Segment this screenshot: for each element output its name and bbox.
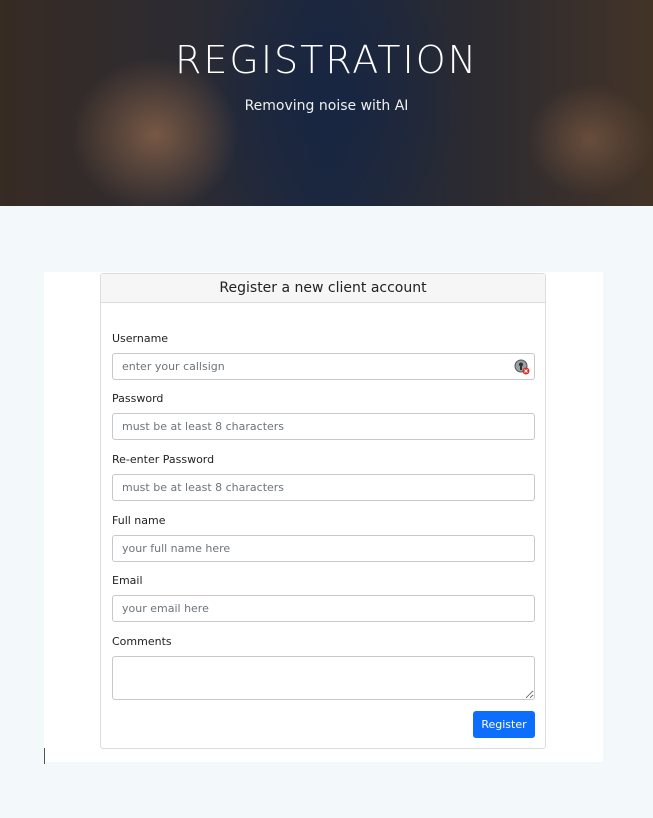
full-name-input[interactable]: [112, 535, 535, 562]
full-name-label: Full name: [112, 514, 166, 527]
page-title: REGISTRATION: [174, 38, 479, 82]
registration-card: Register a new client account Username P…: [100, 273, 546, 749]
card-header: Register a new client account: [101, 274, 545, 303]
hero-banner: REGISTRATION Removing noise with AI: [0, 0, 653, 206]
password-input[interactable]: [112, 413, 535, 440]
username-label: Username: [112, 332, 169, 345]
text-caret: [44, 748, 45, 764]
comments-label: Comments: [112, 635, 172, 648]
comments-textarea[interactable]: [112, 656, 535, 700]
email-input[interactable]: [112, 595, 535, 622]
register-button[interactable]: Register: [473, 711, 535, 738]
email-label: Email: [112, 574, 143, 587]
password-label: Password: [112, 392, 164, 405]
password-manager-icon[interactable]: [514, 359, 530, 375]
page-subtitle: Removing noise with AI: [244, 98, 409, 114]
username-input[interactable]: [112, 353, 535, 380]
reenter-password-label: Re-enter Password: [112, 453, 215, 466]
reenter-password-input[interactable]: [112, 474, 535, 501]
